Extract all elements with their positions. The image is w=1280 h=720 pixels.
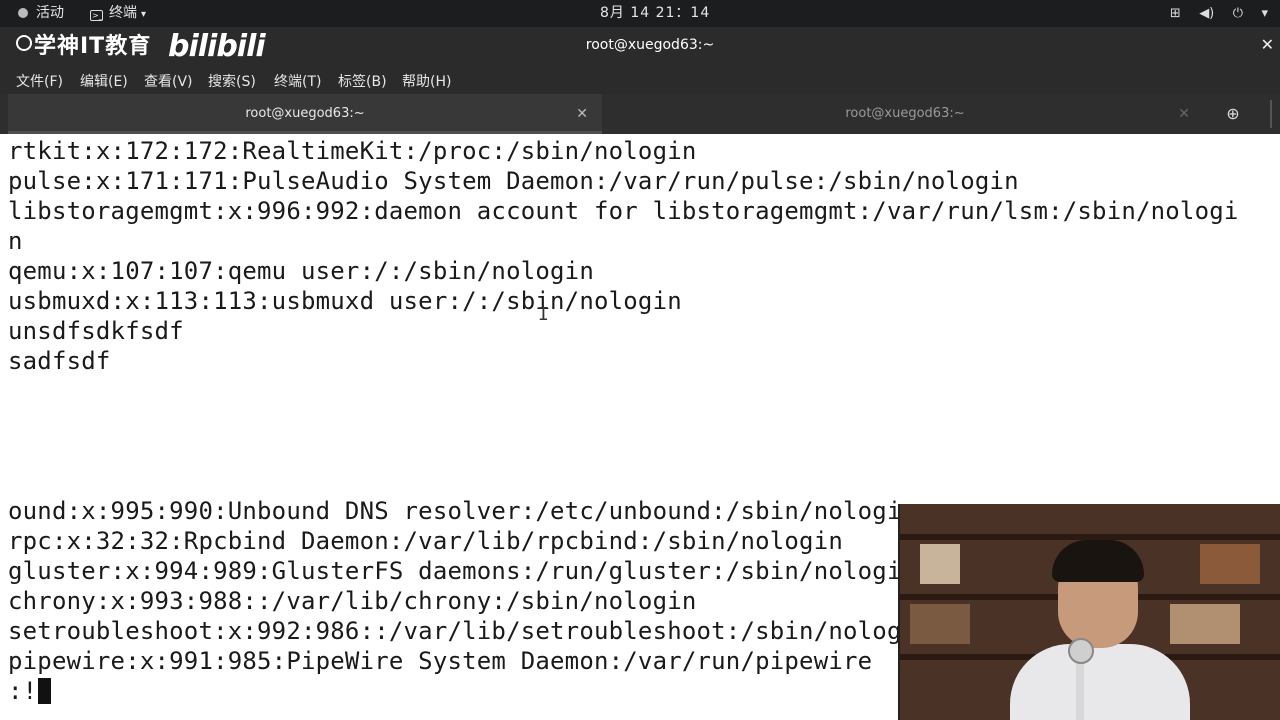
menu-edit[interactable]: 编辑(E) — [80, 71, 128, 91]
app-menu-label: 终端 — [109, 5, 137, 21]
terminal-line: setroubleshoot:x:992:986::/var/lib/setro… — [8, 617, 931, 645]
network-icon[interactable]: ⊞ — [1170, 0, 1181, 27]
terminal-icon: >_ — [90, 10, 103, 21]
menu-tabs[interactable]: 标签(B) — [338, 71, 387, 91]
menu-view[interactable]: 查看(V) — [144, 71, 193, 91]
microphone-icon — [1068, 638, 1094, 664]
tab-label: root@xuegod63:~ — [845, 106, 965, 121]
books — [920, 544, 960, 584]
close-icon[interactable]: ✕ — [576, 94, 588, 134]
close-icon[interactable]: ✕ — [1178, 94, 1190, 134]
terminal-line: usbmuxd:x:113:113:usbmuxd user:/:/sbin/n… — [8, 287, 682, 315]
terminal-line: libstoragemgmt:x:996:992:daemon account … — [8, 197, 1239, 225]
books — [1200, 544, 1260, 584]
volume-icon[interactable]: ◀) — [1199, 0, 1214, 27]
activities-label: 活动 — [36, 5, 64, 21]
microphone-stand — [1076, 660, 1084, 720]
menu-help[interactable]: 帮助(H) — [402, 71, 451, 91]
window-title: root@xuegod63:~ — [585, 37, 715, 53]
terminal-line: qemu:x:107:107:qemu user:/:/sbin/nologin — [8, 257, 594, 285]
dropdown-arrow-icon[interactable]: ▾ — [1261, 0, 1268, 27]
presenter-hair — [1052, 540, 1144, 582]
power-icon[interactable]: ⏻ — [1233, 0, 1243, 27]
gnome-foot-icon — [18, 8, 28, 18]
system-status-area[interactable]: ⊞ ◀) ⏻ ▾ — [1156, 0, 1268, 27]
window-header: 学神IT教育 bilibili root@xuegod63:~ ✕ — [0, 27, 1280, 67]
command-prompt-line[interactable]: :! — [8, 676, 52, 706]
new-tab-icon[interactable]: ⊕ — [1218, 94, 1248, 134]
clock[interactable]: 8月 14 21：14 — [600, 0, 710, 27]
menu-terminal[interactable]: 终端(T) — [274, 71, 321, 91]
close-icon[interactable]: ✕ — [1261, 35, 1274, 54]
tab-active[interactable]: root@xuegod63:~ ✕ — [8, 94, 602, 134]
presenter-body — [1010, 644, 1190, 720]
terminal-line: rpc:x:32:32:Rpcbind Daemon:/var/lib/rpcb… — [8, 527, 844, 555]
app-menu-button[interactable]: >_ 终端 ▾ — [90, 0, 146, 27]
books — [910, 604, 970, 644]
chevron-down-icon: ▾ — [141, 9, 147, 20]
tab-bar: root@xuegod63:~ ✕ root@xuegod63:~ ✕ ⊕ — [0, 94, 1280, 134]
webcam-overlay — [898, 504, 1280, 720]
tab-inactive[interactable]: root@xuegod63:~ ✕ — [606, 94, 1204, 134]
terminal-line: n — [8, 227, 23, 255]
vim-command-prompt: :! — [8, 677, 38, 705]
menu-file[interactable]: 文件(F) — [16, 71, 63, 91]
books — [1170, 604, 1240, 644]
tab-bar-scroll-indicator — [1270, 100, 1272, 128]
menu-bar: 文件(F) 编辑(E) 查看(V) 搜索(S) 终端(T) 标签(B) 帮助(H… — [0, 67, 1280, 94]
terminal-line: gluster:x:994:989:GlusterFS daemons:/run… — [8, 557, 917, 585]
terminal-line: pulse:x:171:171:PulseAudio System Daemon… — [8, 167, 1019, 195]
terminal-line: pipewire:x:991:985:PipeWire System Daemo… — [8, 647, 873, 675]
terminal-line: rtkit:x:172:172:RealtimeKit:/proc:/sbin/… — [8, 137, 697, 165]
terminal-line: ound:x:995:990:Unbound DNS resolver:/etc… — [8, 497, 917, 525]
terminal-line: unsdfsdkfsdf — [8, 317, 184, 345]
activities-button[interactable]: 活动 — [18, 0, 64, 27]
text-cursor — [38, 678, 52, 704]
gnome-top-bar: 活动 >_ 终端 ▾ 8月 14 21：14 ⊞ ◀) ⏻ ▾ — [0, 0, 1280, 27]
terminal-line: chrony:x:993:988::/var/lib/chrony:/sbin/… — [8, 587, 697, 615]
terminal-line: sadfsdf — [8, 347, 111, 375]
menu-search[interactable]: 搜索(S) — [208, 71, 256, 91]
tab-label: root@xuegod63:~ — [245, 106, 365, 121]
i-beam-cursor-icon: I — [538, 304, 549, 325]
